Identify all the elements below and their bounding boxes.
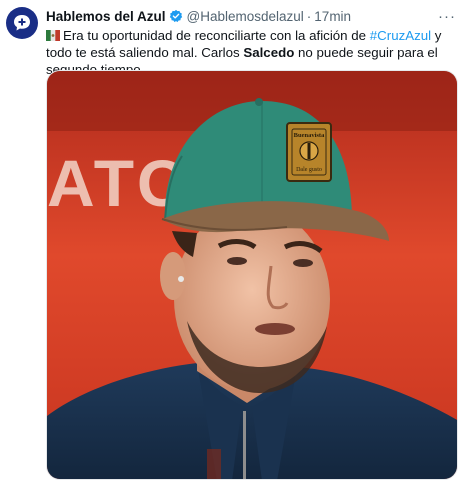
more-options-button[interactable]: ··· xyxy=(436,8,458,25)
mexico-flag-icon xyxy=(46,30,60,41)
avatar[interactable] xyxy=(6,7,38,39)
separator-dot: · xyxy=(306,8,312,24)
tweet: Hablemos del Azul @Hablemosdelazul · 17m… xyxy=(0,0,466,482)
tweet-text-part1: Era tu oportunidad de reconciliarte con … xyxy=(63,28,370,43)
tweet-photo[interactable]: ATO DE xyxy=(46,70,458,480)
verified-badge-icon xyxy=(169,9,183,23)
cap-patch-text: Buenavista xyxy=(294,132,325,139)
tweet-timestamp[interactable]: 17min xyxy=(314,9,351,24)
tweet-text-bold-name: Salcedo xyxy=(243,45,295,60)
chat-plus-icon xyxy=(14,15,30,31)
cap-patch-subtext: Dale gusto xyxy=(296,167,322,173)
author-handle[interactable]: @Hablemosdelazul xyxy=(187,9,304,24)
hashtag-link[interactable]: #CruzAzul xyxy=(370,28,431,43)
tweet-header: Hablemos del Azul @Hablemosdelazul · 17m… xyxy=(46,6,458,26)
author-name[interactable]: Hablemos del Azul xyxy=(46,9,166,24)
photo-illustration: ATO DE xyxy=(47,71,457,479)
